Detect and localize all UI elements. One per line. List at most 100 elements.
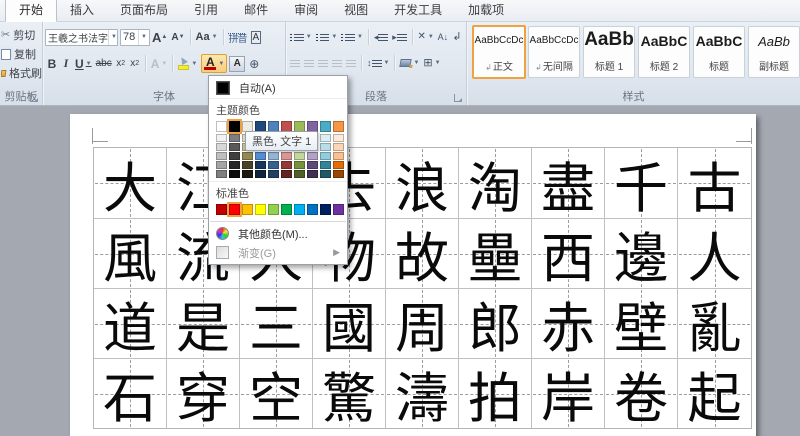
clipboard-dialog-launcher[interactable] <box>30 94 38 102</box>
phonetic-guide-button[interactable]: 拼音 <box>227 28 249 46</box>
theme-tint-swatch-0-1[interactable] <box>216 143 227 151</box>
theme-tint-swatch-5-4[interactable] <box>281 170 292 178</box>
format-painter-button[interactable]: 格式刷 <box>1 65 42 81</box>
style-card-3[interactable]: AaBbC标题 2 <box>638 26 690 78</box>
shrink-font-button[interactable]: A▼ <box>169 28 186 46</box>
standard-color-swatch-2[interactable] <box>242 204 253 215</box>
theme-tint-swatch-0-2[interactable] <box>216 152 227 160</box>
grid-cell-0-7[interactable]: 千 <box>605 148 678 219</box>
grid-cell-1-4[interactable]: 故 <box>386 219 459 289</box>
theme-tint-swatch-7-4[interactable] <box>307 170 318 178</box>
strikethrough-button[interactable]: abc <box>94 55 114 73</box>
document-page[interactable]: 大江東去浪淘盡千古風流人物故壘西邊人道是三國周郎赤壁亂石穿空驚濤拍岸卷起 <box>70 114 756 436</box>
tab-0-active[interactable]: 开始 <box>5 0 57 22</box>
borders-button[interactable]: ⊞▼ <box>421 54 442 72</box>
theme-tint-swatch-4-2[interactable] <box>268 152 279 160</box>
grid-cell-3-2[interactable]: 空 <box>240 359 313 428</box>
font-size-combo[interactable]: 78 ▼ <box>120 29 150 46</box>
bold-button[interactable]: B <box>45 55 59 73</box>
standard-color-swatch-1[interactable] <box>229 204 240 215</box>
grid-cell-2-5[interactable]: 郎 <box>459 289 532 359</box>
tab-5[interactable]: 审阅 <box>281 0 331 21</box>
style-card-0[interactable]: AaBbCcDc↲正文 <box>472 25 526 79</box>
standard-color-swatch-9[interactable] <box>333 204 344 215</box>
grid-cell-3-1[interactable]: 穿 <box>167 359 240 428</box>
character-border-button[interactable]: A <box>249 28 264 46</box>
standard-color-swatch-6[interactable] <box>294 204 305 215</box>
theme-tint-swatch-5-3[interactable] <box>281 161 292 169</box>
underline-button[interactable]: U▼ <box>73 55 94 73</box>
font-color-button[interactable]: A ▼ <box>201 54 227 73</box>
grid-cell-3-7[interactable]: 卷 <box>605 359 678 428</box>
grid-cell-2-0[interactable]: 道 <box>94 289 167 359</box>
theme-color-swatch-8[interactable] <box>320 121 331 132</box>
grid-cell-3-5[interactable]: 拍 <box>459 359 532 428</box>
grid-cell-0-0[interactable]: 大 <box>94 148 167 219</box>
shading-button[interactable]: ▼ <box>398 54 421 72</box>
enclose-characters-button[interactable]: ⊕ <box>247 55 261 73</box>
theme-tint-swatch-8-3[interactable] <box>320 161 331 169</box>
theme-tint-swatch-2-3[interactable] <box>242 161 253 169</box>
sort-button[interactable]: A↓ <box>436 28 450 46</box>
grid-cell-1-0[interactable]: 風 <box>94 219 167 289</box>
tab-8[interactable]: 加载项 <box>455 0 517 21</box>
theme-tint-swatch-0-4[interactable] <box>216 170 227 178</box>
theme-tint-swatch-9-0[interactable] <box>333 134 344 142</box>
theme-color-swatch-9[interactable] <box>333 121 344 132</box>
bullets-button[interactable]: ▼ <box>288 28 314 46</box>
line-spacing-button[interactable]: ↕▼ <box>365 54 391 72</box>
tab-6[interactable]: 视图 <box>331 0 381 21</box>
theme-tint-swatch-8-1[interactable] <box>320 143 331 151</box>
theme-tint-swatch-6-2[interactable] <box>294 152 305 160</box>
theme-tint-swatch-1-0[interactable] <box>229 134 240 142</box>
theme-color-swatch-0[interactable] <box>216 121 227 132</box>
standard-color-swatch-3[interactable] <box>255 204 266 215</box>
paragraph-dialog-launcher[interactable] <box>454 94 462 102</box>
subscript-button[interactable]: x2 <box>114 55 128 73</box>
font-color-dropdown-arrow[interactable]: ▼ <box>218 61 224 67</box>
grid-cell-0-4[interactable]: 浪 <box>386 148 459 219</box>
standard-color-swatch-5[interactable] <box>281 204 292 215</box>
increase-indent-button[interactable]: ▸ <box>390 28 408 46</box>
font-name-combo[interactable]: 王羲之书法字 ▼ <box>45 29 118 46</box>
theme-tint-swatch-9-3[interactable] <box>333 161 344 169</box>
menu-item-automatic[interactable]: 自动(A) <box>209 78 347 97</box>
italic-button[interactable]: I <box>59 55 73 73</box>
grid-cell-2-6[interactable]: 赤 <box>532 289 605 359</box>
theme-tint-swatch-1-4[interactable] <box>229 170 240 178</box>
theme-tint-swatch-8-0[interactable] <box>320 134 331 142</box>
theme-tint-swatch-3-3[interactable] <box>255 161 266 169</box>
grid-cell-2-4[interactable]: 周 <box>386 289 459 359</box>
multilevel-list-button[interactable]: ▼ <box>339 28 365 46</box>
standard-color-swatch-7[interactable] <box>307 204 318 215</box>
theme-tint-swatch-7-3[interactable] <box>307 161 318 169</box>
style-card-5[interactable]: AaBb副标题 <box>748 26 800 78</box>
theme-tint-swatch-1-3[interactable] <box>229 161 240 169</box>
theme-tint-swatch-7-2[interactable] <box>307 152 318 160</box>
change-case-button[interactable]: Aa▼ <box>194 28 220 46</box>
grid-cell-1-8[interactable]: 人 <box>678 219 751 289</box>
theme-tint-swatch-2-2[interactable] <box>242 152 253 160</box>
theme-tint-swatch-9-2[interactable] <box>333 152 344 160</box>
grid-cell-3-8[interactable]: 起 <box>678 359 751 428</box>
numbering-button[interactable]: ▼ <box>314 28 340 46</box>
tab-4[interactable]: 邮件 <box>231 0 281 21</box>
theme-tint-swatch-5-2[interactable] <box>281 152 292 160</box>
decrease-indent-button[interactable]: ◂ <box>372 28 390 46</box>
grid-cell-2-7[interactable]: 壁 <box>605 289 678 359</box>
text-highlight-button[interactable]: ▼ <box>176 55 199 73</box>
theme-tint-swatch-0-3[interactable] <box>216 161 227 169</box>
grid-cell-2-2[interactable]: 三 <box>240 289 313 359</box>
theme-tint-swatch-3-2[interactable] <box>255 152 266 160</box>
grid-cell-1-6[interactable]: 西 <box>532 219 605 289</box>
tab-2[interactable]: 页面布局 <box>107 0 181 21</box>
theme-tint-swatch-8-2[interactable] <box>320 152 331 160</box>
menu-item-more-colors[interactable]: 其他颜色(M)... <box>209 224 347 243</box>
grid-cell-0-5[interactable]: 淘 <box>459 148 532 219</box>
cut-button[interactable]: ✂剪切 <box>1 27 42 43</box>
standard-color-swatch-8[interactable] <box>320 204 331 215</box>
show-marks-button[interactable]: ↲ <box>450 28 464 46</box>
standard-color-swatch-0[interactable] <box>216 204 227 215</box>
tab-7[interactable]: 开发工具 <box>381 0 455 21</box>
theme-tint-swatch-2-4[interactable] <box>242 170 253 178</box>
